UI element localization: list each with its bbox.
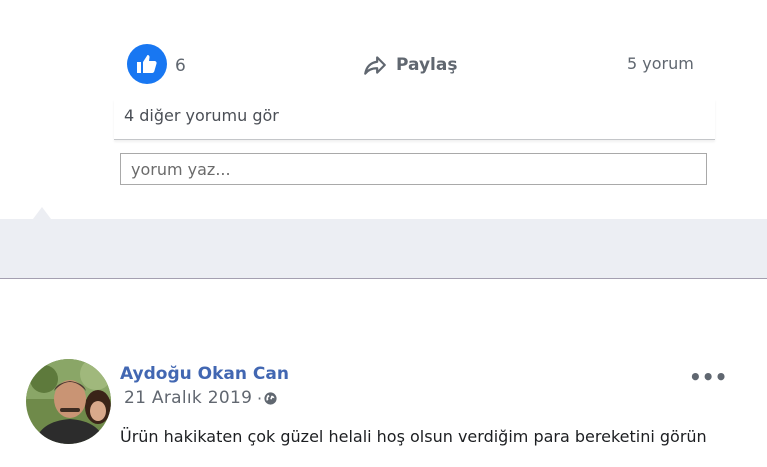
comment-input[interactable] [120,153,707,185]
post-separator-band [0,219,767,279]
band-notch [33,207,51,219]
more-options-icon[interactable]: ••• [689,367,727,387]
avatar[interactable] [26,359,111,444]
date-separator: · [257,389,263,408]
post-text: Ürün hakikaten çok güzel helali hoş olsu… [120,427,707,446]
see-more-comments-label[interactable]: 4 diğer yorumu gör [124,106,279,125]
share-arrow-icon [364,56,386,75]
globe-icon [264,392,277,405]
like-count[interactable]: 6 [175,56,186,76]
author-name[interactable]: Aydoğu Okan Can [120,364,289,384]
share-label: Paylaş [396,55,458,75]
post-date[interactable]: 21 Aralık 2019 [124,388,252,408]
like-icon[interactable] [127,44,167,84]
comment-count[interactable]: 5 yorum [627,54,694,73]
share-button[interactable]: Paylaş [362,52,457,78]
see-more-comments[interactable]: 4 diğer yorumu gör [114,99,715,140]
